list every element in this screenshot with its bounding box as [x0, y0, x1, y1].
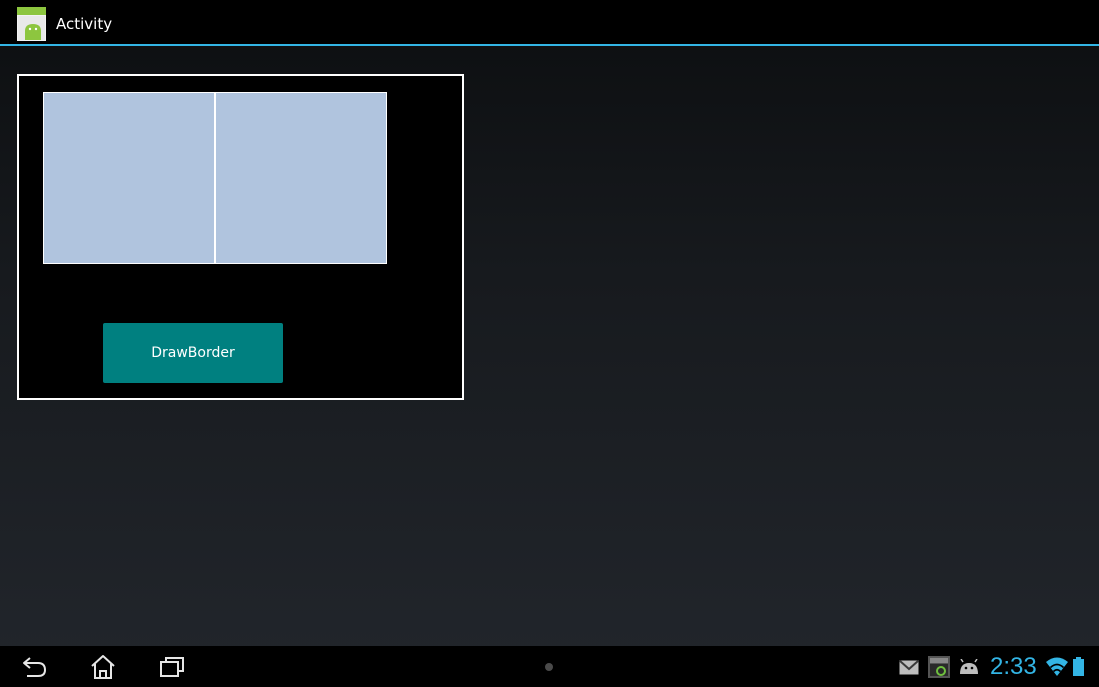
- android-app-icon[interactable]: [17, 7, 46, 41]
- clock[interactable]: 2:33: [990, 653, 1037, 681]
- usb-debugging-icon[interactable]: [958, 659, 980, 675]
- action-bar: Activity: [0, 0, 1099, 46]
- page-indicator-dot: [545, 663, 553, 671]
- wifi-icon[interactable]: [1046, 657, 1068, 676]
- system-bar: 2:33: [0, 646, 1099, 687]
- bordered-layout: DrawBorder: [17, 74, 464, 400]
- sdk-icon[interactable]: [928, 656, 950, 678]
- gmail-icon[interactable]: [899, 660, 919, 675]
- recent-apps-icon[interactable]: [158, 654, 186, 680]
- right-panel: [215, 92, 387, 264]
- home-icon[interactable]: [89, 654, 117, 680]
- battery-icon[interactable]: [1073, 657, 1084, 676]
- app-title: Activity: [56, 15, 113, 33]
- back-icon[interactable]: [21, 654, 49, 680]
- left-panel: [43, 92, 215, 264]
- draw-border-button[interactable]: DrawBorder: [103, 323, 283, 383]
